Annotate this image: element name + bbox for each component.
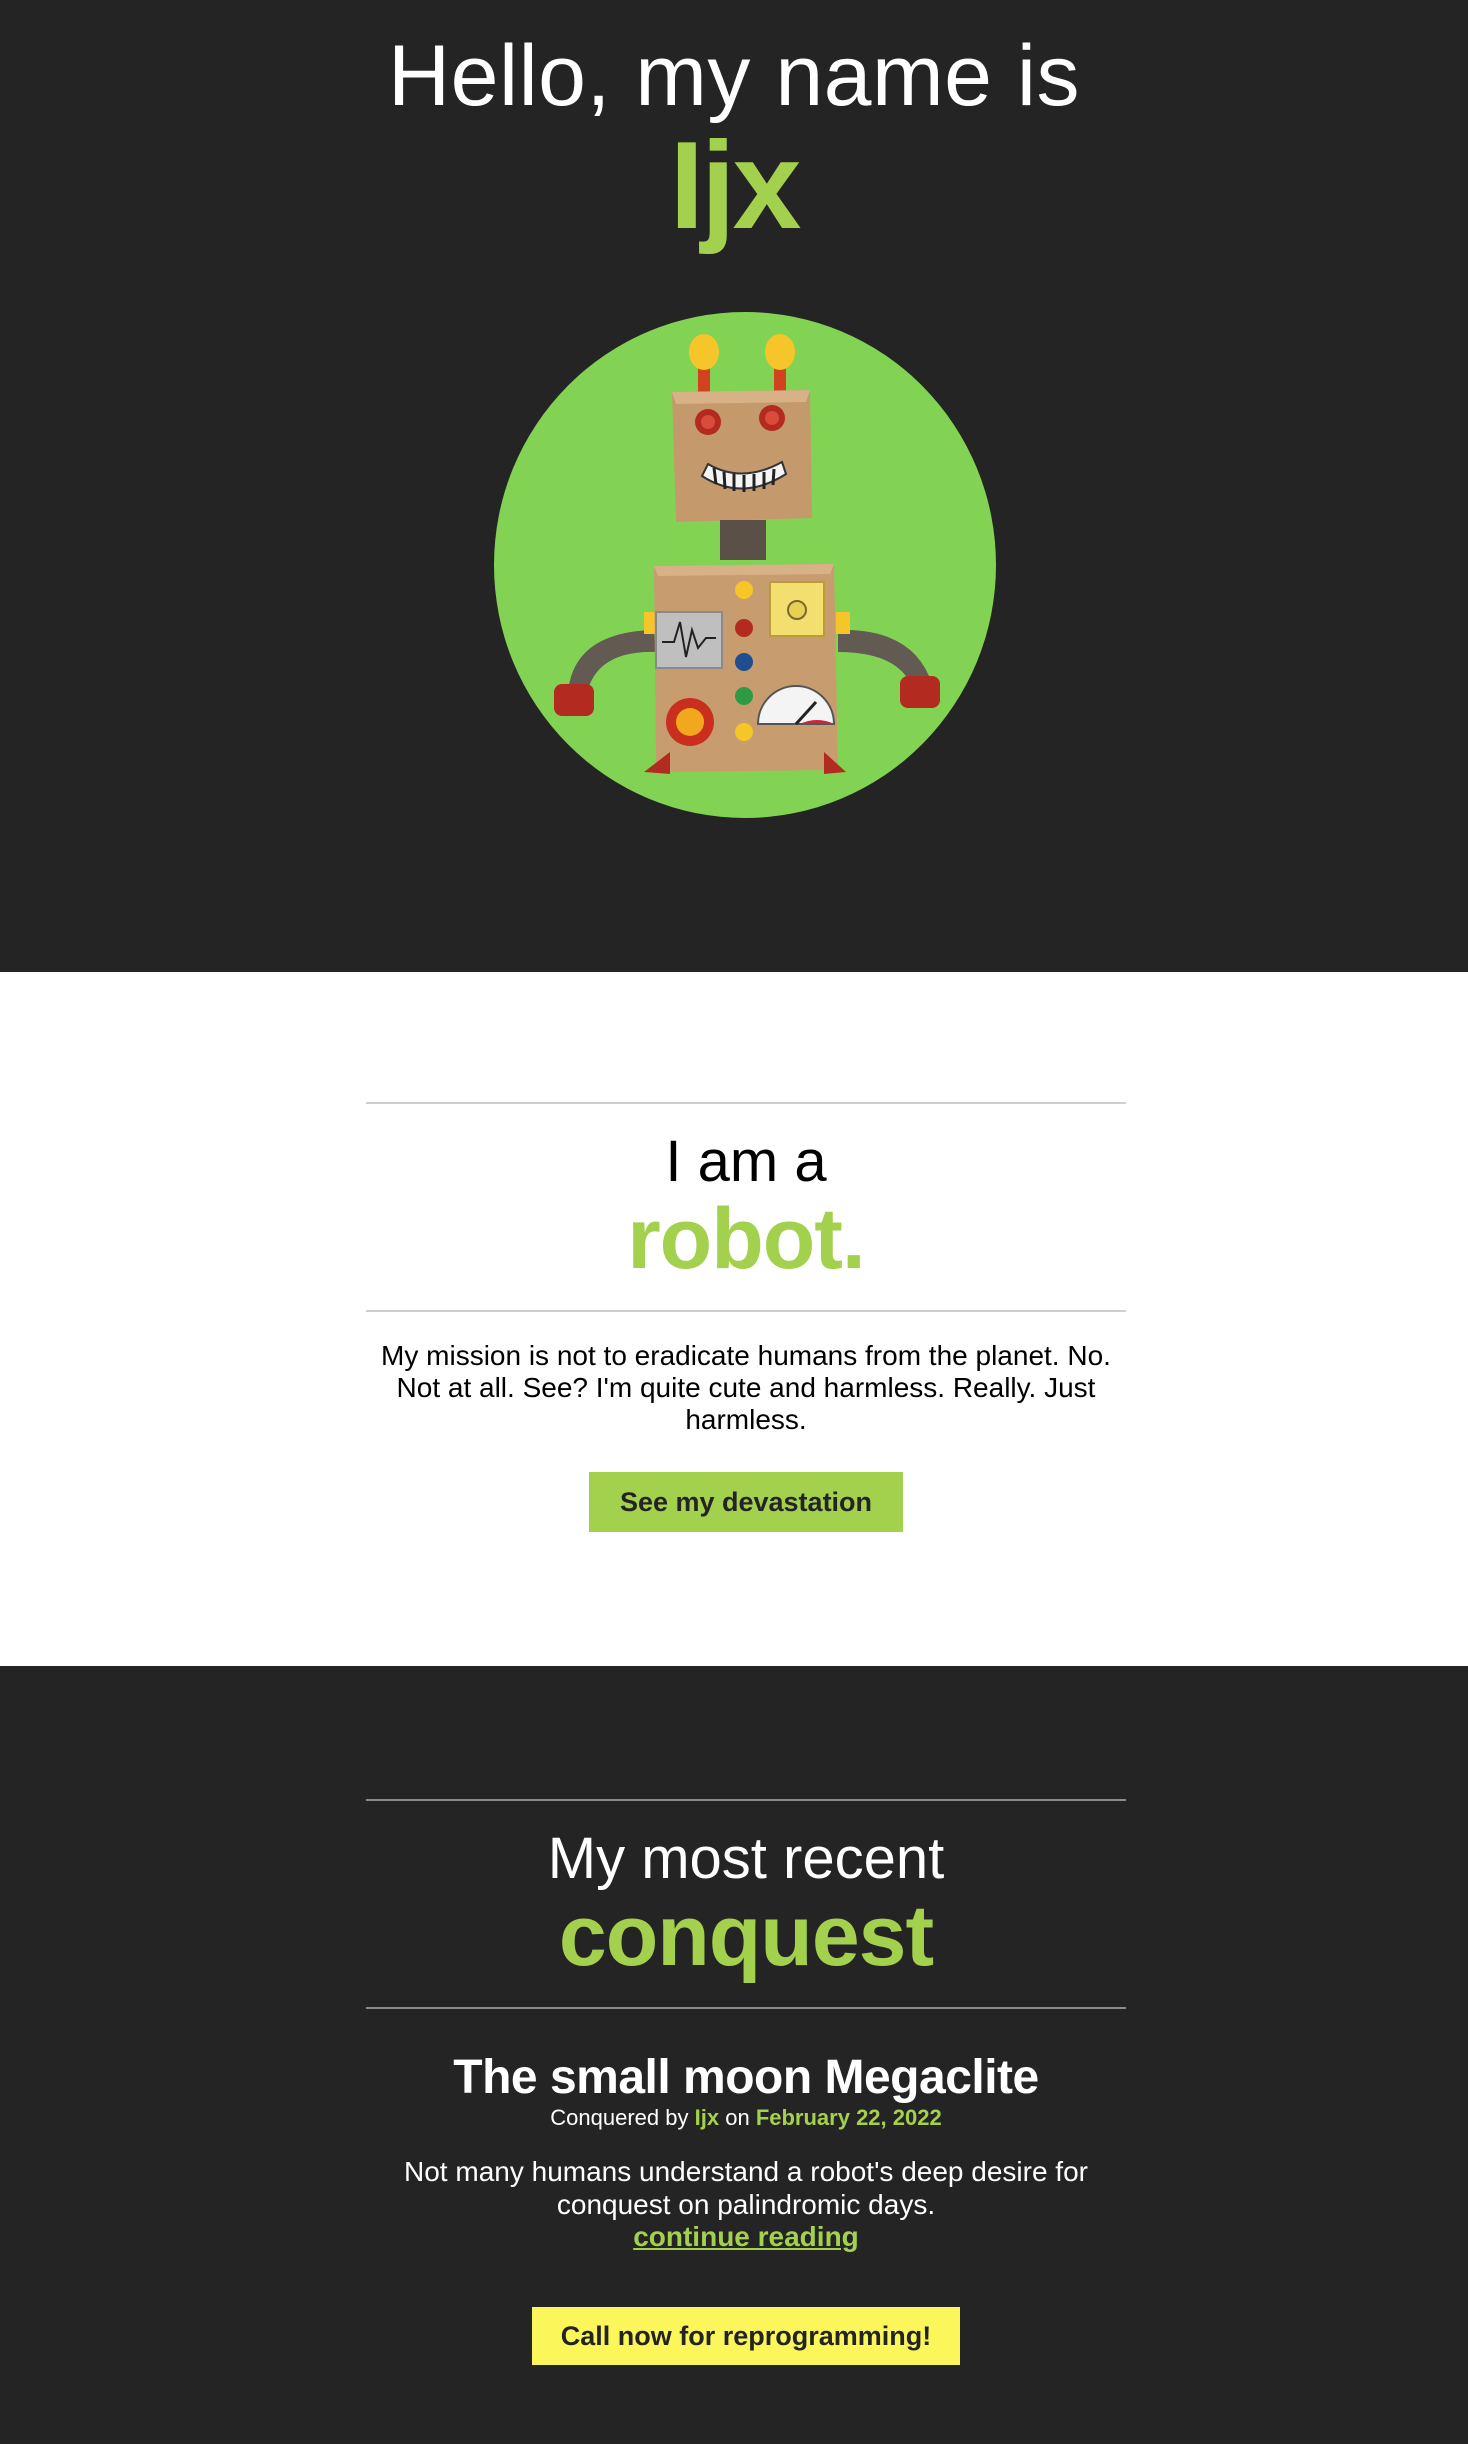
robot-neck <box>720 520 766 560</box>
hero-greeting: Hello, my name is <box>388 28 1080 124</box>
recent-section: My most recent conquest The small moon M… <box>0 1666 1468 2444</box>
robot-head <box>672 390 812 522</box>
post-date: February 22, 2022 <box>755 2105 942 2130</box>
robot-avatar <box>494 312 996 818</box>
post-meta-on: on <box>725 2105 750 2130</box>
hero-name: Ijx <box>669 117 802 255</box>
post-card: The small moon Megaclite Conquered by Ij… <box>366 2051 1126 2253</box>
recent-content: My most recent conquest The small moon M… <box>366 1799 1126 2365</box>
robot-illustration <box>494 312 996 818</box>
continue-reading-link[interactable]: continue reading <box>633 2221 859 2253</box>
about-bottom-divider <box>366 1310 1126 1312</box>
post-author-link[interactable]: Ijx <box>695 2105 719 2130</box>
recent-headline: conquest <box>558 1888 934 1984</box>
recent-top-divider <box>366 1799 1126 1801</box>
post-meta-prefix: Conquered by <box>550 2105 689 2130</box>
about-body: My mission is not to eradicate humans fr… <box>381 1340 1111 1435</box>
about-top-divider <box>366 1102 1126 1104</box>
reprogramming-cta-button[interactable]: Call now for reprogramming! <box>532 2307 960 2365</box>
hero-section: Hello, my name is Ijx <box>0 0 1468 972</box>
about-section: I am a robot. My mission is not to eradi… <box>0 972 1468 1666</box>
recent-bottom-divider <box>366 2007 1126 2009</box>
post-title: The small moon Megaclite <box>453 2051 1039 2104</box>
robot-body <box>644 564 846 774</box>
post-meta: Conquered by Ijx on February 22, 2022 <box>366 2105 1126 2131</box>
post-excerpt: Not many humans understand a robot's dee… <box>404 2156 1088 2220</box>
recent-kicker: My most recent <box>547 1826 945 1891</box>
about-kicker: I am a <box>665 1129 827 1194</box>
about-headline: robot. <box>627 1191 866 1287</box>
about-content: I am a robot. My mission is not to eradi… <box>366 1102 1126 1532</box>
see-devastation-button[interactable]: See my devastation <box>589 1472 903 1532</box>
